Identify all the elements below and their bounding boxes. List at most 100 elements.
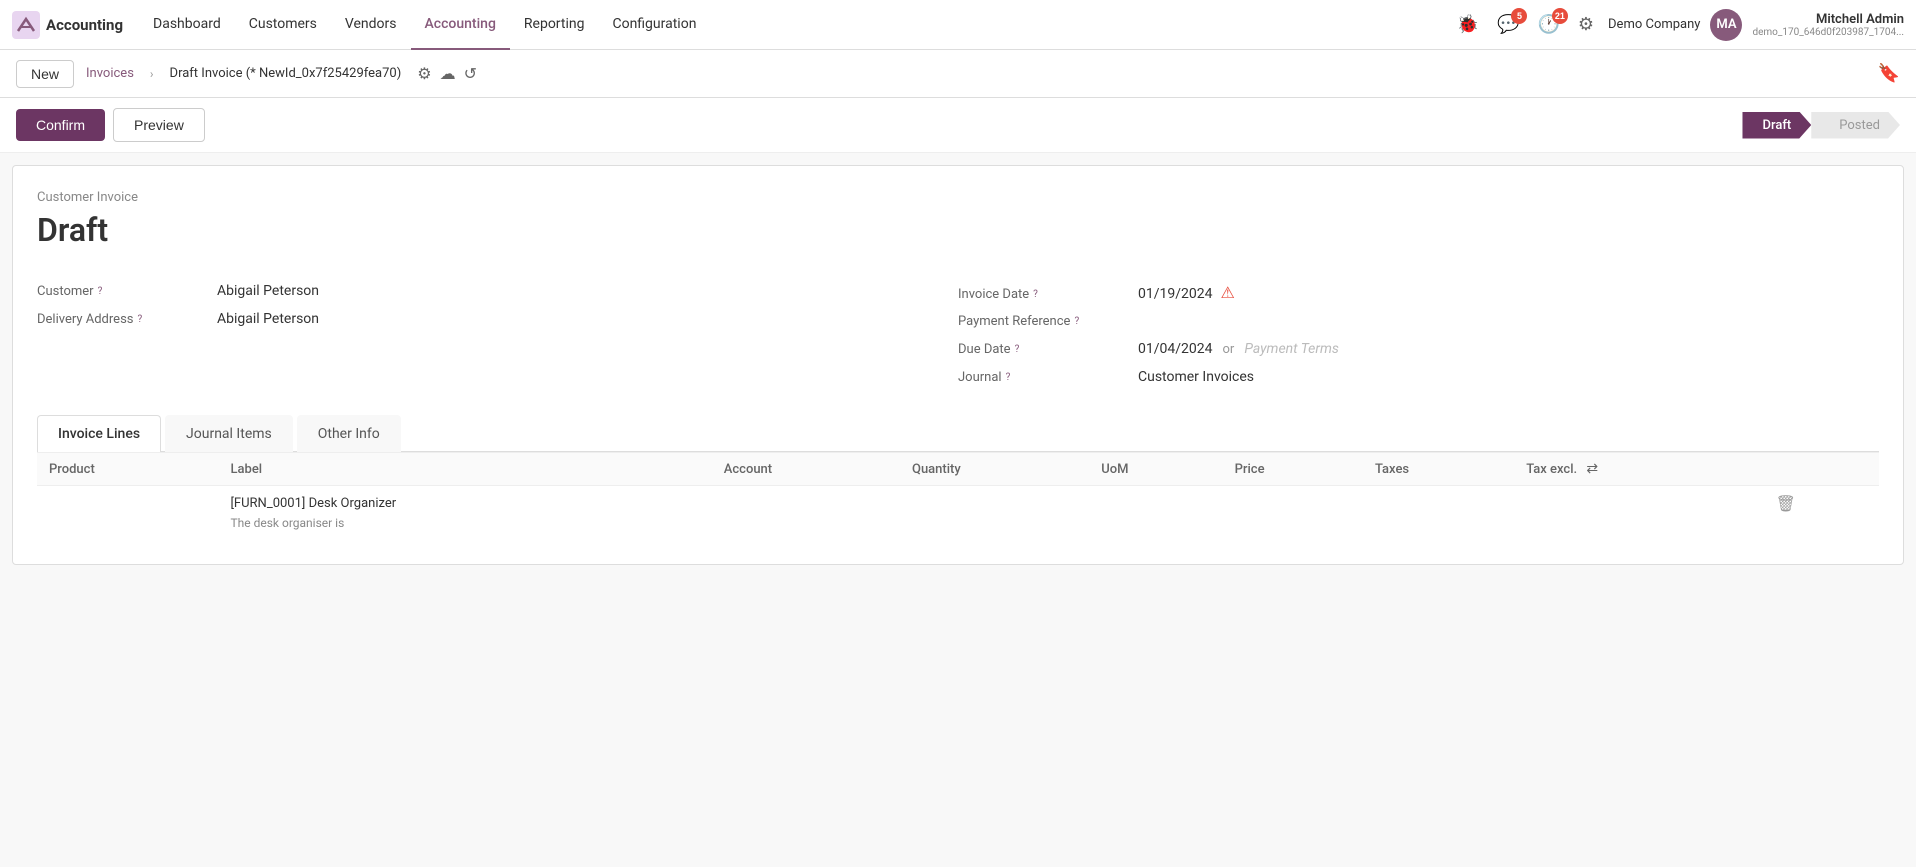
- payment-ref-help-icon[interactable]: ?: [1074, 316, 1079, 327]
- col-label: Label: [218, 453, 711, 486]
- account-cell[interactable]: [712, 486, 900, 540]
- user-db: demo_170_646d0f203987_1704...: [1752, 27, 1904, 38]
- breadcrumb-separator: ›: [150, 67, 154, 81]
- delete-cell: 🗑: [1764, 486, 1879, 540]
- invoice-status-title: Draft: [37, 211, 1879, 249]
- status-draft[interactable]: Draft: [1742, 112, 1811, 139]
- settings-gear-icon[interactable]: ⚙: [417, 64, 431, 84]
- delivery-address-label: Delivery Address ?: [37, 312, 217, 327]
- settings-icon-button[interactable]: ⚙: [1574, 10, 1598, 39]
- fields-grid: Customer ? Abigail Peterson Delivery Add…: [37, 277, 1879, 391]
- invoice-date-field-row: Invoice Date ? 01/19/2024 ⚠: [958, 277, 1879, 308]
- col-quantity: Quantity: [900, 453, 1089, 486]
- nav-accounting[interactable]: Accounting: [411, 0, 510, 50]
- invoice-date-alert-icon: ⚠: [1221, 283, 1235, 302]
- table-settings-icon[interactable]: ⇄: [1586, 461, 1598, 477]
- chat-badge: 5: [1511, 8, 1527, 24]
- taxes-cell[interactable]: [1363, 486, 1514, 540]
- invoice-type-label: Customer Invoice: [37, 190, 1879, 205]
- label-content: [FURN_0001] Desk Organizer The desk orga…: [230, 494, 699, 532]
- company-name: Demo Company: [1608, 17, 1700, 32]
- topnav: Accounting Dashboard Customers Vendors A…: [0, 0, 1916, 50]
- clock-icon-button[interactable]: 🕐 21: [1533, 10, 1563, 39]
- due-date-value[interactable]: 01/04/2024: [1138, 341, 1213, 357]
- delivery-address-value[interactable]: Abigail Peterson: [217, 311, 319, 327]
- breadcrumb-parent[interactable]: Invoices: [86, 66, 134, 81]
- or-separator: or: [1223, 342, 1235, 357]
- right-fields: Invoice Date ? 01/19/2024 ⚠ Payment Refe…: [958, 277, 1879, 391]
- nav-configuration[interactable]: Configuration: [598, 0, 710, 50]
- topnav-menu: Dashboard Customers Vendors Accounting R…: [139, 0, 1445, 50]
- invoice-date-label: Invoice Date ?: [958, 287, 1138, 302]
- breadcrumb-current: Draft Invoice (* NewId_0x7f25429fea70): [170, 66, 402, 81]
- price-cell[interactable]: [1223, 486, 1363, 540]
- avatar[interactable]: MA: [1710, 9, 1742, 41]
- upload-icon[interactable]: ☁: [440, 64, 456, 84]
- payment-reference-label: Payment Reference ?: [958, 314, 1138, 329]
- invoice-table: Product Label Account Quantity UoM Price…: [37, 452, 1879, 540]
- preview-button[interactable]: Preview: [113, 108, 205, 142]
- breadcrumb-row: New Invoices › Draft Invoice (* NewId_0x…: [0, 50, 1916, 98]
- quantity-cell[interactable]: [900, 486, 1089, 540]
- app-logo[interactable]: Accounting: [12, 11, 123, 39]
- tabs-row: Invoice Lines Journal Items Other Info: [37, 415, 1879, 452]
- bookmark-icon[interactable]: 🔖: [1878, 63, 1900, 84]
- confirm-button[interactable]: Confirm: [16, 109, 105, 141]
- nav-reporting[interactable]: Reporting: [510, 0, 599, 50]
- customer-label: Customer ?: [37, 284, 217, 299]
- journal-field-row: Journal ? Customer Invoices: [958, 363, 1879, 391]
- tax-excl-cell[interactable]: [1514, 486, 1763, 540]
- chat-icon-button[interactable]: 💬 5: [1493, 10, 1523, 39]
- tab-invoice-lines[interactable]: Invoice Lines: [37, 415, 161, 452]
- app-name: Accounting: [46, 16, 123, 34]
- label-desc: The desk organiser is: [230, 514, 699, 532]
- payment-reference-field-row: Payment Reference ?: [958, 308, 1879, 335]
- user-name: Mitchell Admin: [1816, 12, 1904, 27]
- clock-badge: 21: [1552, 8, 1568, 24]
- bug-icon-button[interactable]: 🐞: [1453, 10, 1483, 39]
- tab-other-info[interactable]: Other Info: [297, 415, 401, 452]
- journal-value[interactable]: Customer Invoices: [1138, 369, 1254, 385]
- product-cell[interactable]: [37, 486, 218, 540]
- col-account: Account: [712, 453, 900, 486]
- journal-help-icon[interactable]: ?: [1006, 372, 1011, 383]
- customer-field-row: Customer ? Abigail Peterson: [37, 277, 958, 305]
- delivery-help-icon[interactable]: ?: [138, 314, 143, 325]
- tab-journal-items[interactable]: Journal Items: [165, 415, 293, 452]
- col-price: Price: [1223, 453, 1363, 486]
- status-posted[interactable]: Posted: [1811, 112, 1900, 139]
- col-uom: UoM: [1089, 453, 1222, 486]
- nav-vendors[interactable]: Vendors: [331, 0, 411, 50]
- due-date-label: Due Date ?: [958, 342, 1138, 357]
- customer-help-icon[interactable]: ?: [98, 286, 103, 297]
- payment-terms-placeholder[interactable]: Payment Terms: [1244, 341, 1339, 357]
- col-product: Product: [37, 453, 218, 486]
- left-fields: Customer ? Abigail Peterson Delivery Add…: [37, 277, 958, 391]
- refresh-icon[interactable]: ↺: [464, 64, 477, 84]
- label-main: [FURN_0001] Desk Organizer: [230, 494, 699, 514]
- actions-row: Confirm Preview Draft Posted: [0, 98, 1916, 153]
- nav-customers[interactable]: Customers: [235, 0, 331, 50]
- due-date-field-row: Due Date ? 01/04/2024 or Payment Terms: [958, 335, 1879, 363]
- table-row: [FURN_0001] Desk Organizer The desk orga…: [37, 486, 1879, 540]
- due-date-help-icon[interactable]: ?: [1015, 344, 1020, 355]
- col-actions: [1764, 453, 1879, 486]
- new-button[interactable]: New: [16, 60, 74, 88]
- uom-cell[interactable]: [1089, 486, 1222, 540]
- main-form: Customer Invoice Draft Customer ? Abigai…: [12, 165, 1904, 565]
- col-taxes: Taxes: [1363, 453, 1514, 486]
- label-cell[interactable]: [FURN_0001] Desk Organizer The desk orga…: [218, 486, 711, 540]
- delete-row-icon[interactable]: 🗑: [1776, 494, 1796, 513]
- topnav-right: 🐞 💬 5 🕐 21 ⚙ Demo Company MA Mitchell Ad…: [1453, 9, 1904, 41]
- breadcrumb-right: 🔖: [1878, 63, 1900, 84]
- invoice-date-value[interactable]: 01/19/2024: [1138, 286, 1213, 302]
- journal-label: Journal ?: [958, 370, 1138, 385]
- customer-value[interactable]: Abigail Peterson: [217, 283, 319, 299]
- invoice-date-help-icon[interactable]: ?: [1033, 289, 1038, 300]
- col-tax-excl: Tax excl. ⇄: [1514, 453, 1763, 486]
- user-info: Mitchell Admin demo_170_646d0f203987_170…: [1752, 12, 1904, 38]
- status-bar: Draft Posted: [1742, 112, 1900, 139]
- delivery-address-field-row: Delivery Address ? Abigail Peterson: [37, 305, 958, 333]
- toolbar-icons: ⚙ ☁ ↺: [417, 64, 477, 84]
- nav-dashboard[interactable]: Dashboard: [139, 0, 235, 50]
